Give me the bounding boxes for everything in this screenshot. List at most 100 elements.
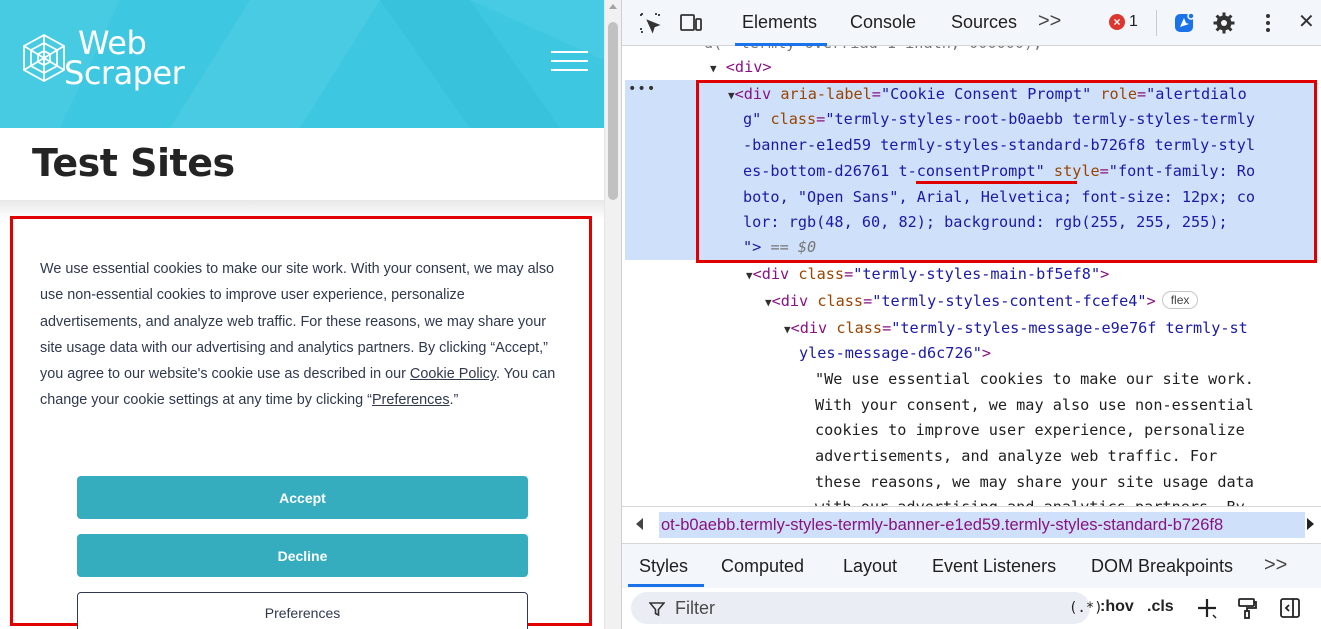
collapse-triangle-icon[interactable]: ▼ [728, 89, 735, 102]
attr-name: class [817, 292, 864, 310]
consent-message: We use essential cookies to make our sit… [40, 256, 570, 414]
attr-value: lor: rgb(48, 60, 82); background: rgb(25… [743, 213, 1228, 231]
tab-console[interactable]: Console [850, 12, 916, 33]
devtools-panel: Elements Console Sources >> × 1 ✕ ▼ <div… [621, 0, 1321, 629]
attr-value: yles-message-d6c726" [799, 344, 982, 362]
attr-value: -banner-e1ed59 termly-styles-standard-b7… [743, 136, 1256, 154]
collapse-triangle-icon[interactable]: ▼ [765, 296, 772, 309]
attr-value: "alertdialo [1146, 85, 1247, 103]
cookie-policy-link[interactable]: Cookie Policy [410, 366, 496, 382]
dom-text-line: cookies to improve user experience, pers… [815, 421, 1245, 439]
error-count-badge[interactable]: × 1 [1109, 13, 1138, 31]
collapse-triangle-icon[interactable]: ▼ [746, 269, 753, 282]
accept-button[interactable]: Accept [77, 476, 528, 519]
selected-node-line-2: g" class="termly-styles-root-b0aebb term… [743, 110, 1256, 128]
selected-node-marker: == $0 [761, 238, 817, 256]
new-style-rule-plus-icon[interactable] [1195, 596, 1219, 620]
scrollbar-thumb[interactable] [608, 22, 618, 200]
attr-value: " [1035, 162, 1045, 180]
breadcrumb-scroll-right-icon[interactable] [1307, 518, 1314, 530]
collapse-triangle-icon[interactable]: ▼ [710, 62, 717, 75]
attr-value: boto, "Open Sans", Arial, Helvetica; fon… [743, 188, 1256, 206]
dom-text-line: with our advertising and analytics partn… [815, 494, 1245, 506]
dom-node-div[interactable]: ▼ <div> [710, 54, 772, 80]
toggle-sidebar-icon[interactable] [1278, 596, 1302, 620]
dom-tree: d( termly overriad 1 inath, 000000); ▼ <… [622, 46, 1321, 506]
scroll-up-arrow-icon[interactable] [609, 4, 617, 9]
selected-node-line-5: boto, "Open Sans", Arial, Helvetica; fon… [743, 184, 1255, 210]
breadcrumb-scroll-left-icon[interactable] [636, 518, 643, 530]
page-title: Test Sites [32, 141, 235, 185]
dom-node-message[interactable]: ▼<div class="termly-styles-message-e9e76… [784, 315, 1248, 341]
settings-gear-icon[interactable] [1212, 11, 1236, 35]
tab-dom-breakpoints[interactable]: DOM Breakpoints [1091, 556, 1233, 577]
dom-text-line: With your consent, we may also use non-e… [815, 396, 1254, 414]
attr-value: g" [743, 110, 762, 128]
dom-text-line: these reasons, we may share your site us… [815, 473, 1254, 491]
attr-name: style [1053, 162, 1100, 180]
dom-text-line: advertisements, and analyze web traffic.… [815, 447, 1218, 465]
regex-toggle-button[interactable]: (.*) [1069, 600, 1103, 616]
attr-value: "font-family: Ro [1108, 162, 1256, 180]
logo-text: Web Scraper [64, 27, 185, 89]
hamburger-menu-icon[interactable] [551, 51, 588, 71]
color-format-paint-icon[interactable] [1235, 596, 1259, 620]
attr-name: class [798, 265, 845, 283]
attr-value: "> [743, 238, 762, 256]
more-tabs-chevron-icon[interactable]: >> [1038, 10, 1061, 33]
preferences-button[interactable]: Preferences [77, 592, 528, 629]
ai-assistance-icon[interactable] [1172, 11, 1196, 35]
dom-text-line: "We use essential cookies to make our si… [815, 370, 1254, 388]
error-count: 1 [1129, 13, 1138, 30]
dom-node-content[interactable]: ▼<div class="termly-styles-content-fcefe… [765, 288, 1199, 314]
consent-message-text: We use essential cookies to make our sit… [40, 261, 555, 383]
node-actions-ellipsis-icon[interactable]: ••• [628, 81, 656, 97]
styles-panel-tabs: Styles Computed Layout Event Listeners D… [622, 544, 1321, 588]
attr-value: "termly-styles-main-bf5ef8" [853, 265, 1101, 283]
more-options-kebab-icon[interactable] [1256, 11, 1280, 35]
attr-name: aria-label [780, 85, 872, 103]
spider-web-icon [23, 33, 65, 83]
more-tabs-chevron-icon[interactable]: >> [1264, 554, 1287, 577]
selected-node-line-7: "> == $0 [743, 234, 816, 260]
filter-funnel-icon [649, 602, 665, 617]
attr-name: class [770, 110, 817, 128]
consent-message-text-3: .” [449, 392, 459, 409]
page-scrollbar[interactable] [604, 0, 621, 629]
decline-button[interactable]: Decline [77, 534, 528, 577]
dom-node-main[interactable]: ▼<div class="termly-styles-main-bf5ef8"> [746, 261, 1109, 287]
tab-layout[interactable]: Layout [843, 556, 897, 577]
device-toolbar-icon[interactable] [679, 11, 703, 35]
tab-event-listeners[interactable]: Event Listeners [932, 556, 1056, 577]
dom-tag: <div [752, 265, 799, 283]
web-scraper-logo[interactable]: Web Scraper [18, 27, 185, 89]
styles-filter-row: (.*) :hov .cls [622, 588, 1321, 629]
class-toggle-button[interactable]: .cls [1147, 598, 1174, 616]
breadcrumb[interactable]: ot-b0aebb.termly-styles-termly-banner-e1… [659, 512, 1305, 538]
attr-value: "Cookie Consent Prompt" [880, 85, 1092, 103]
active-tab-indicator [628, 584, 704, 587]
collapse-triangle-icon[interactable]: ▼ [784, 323, 791, 336]
hover-state-button[interactable]: :hov [1100, 598, 1134, 616]
tab-elements[interactable]: Elements [742, 12, 817, 33]
attr-name: role [1100, 85, 1137, 103]
selected-node-line-6: lor: rgb(48, 60, 82); background: rgb(25… [743, 209, 1228, 235]
dom-tag: <div [734, 85, 781, 103]
tab-computed[interactable]: Computed [721, 556, 804, 577]
cookie-consent-banner: We use essential cookies to make our sit… [10, 216, 592, 629]
selected-node-line-1[interactable]: ▼<div aria-label="Cookie Consent Prompt"… [728, 81, 1247, 107]
devtools-toolbar: Elements Console Sources >> × 1 ✕ [622, 0, 1321, 46]
tab-sources[interactable]: Sources [951, 12, 1017, 33]
consent-prompt-class: t-consentPrompt [898, 162, 1036, 180]
selected-node-line-4: es-bottom-d26761 t-consentPrompt" style=… [743, 162, 1256, 180]
close-devtools-icon[interactable]: ✕ [1298, 9, 1315, 34]
tab-styles[interactable]: Styles [639, 556, 688, 577]
preferences-link[interactable]: Preferences [372, 392, 450, 408]
filter-box[interactable]: (.*) [631, 592, 1103, 624]
dom-tag: <div [790, 319, 837, 337]
inspect-element-icon[interactable] [638, 11, 662, 35]
site-header: Web Scraper [0, 0, 604, 128]
flex-badge[interactable]: flex [1161, 291, 1199, 309]
dom-tag: <div [771, 292, 818, 310]
styles-filter-input[interactable] [675, 596, 1035, 620]
